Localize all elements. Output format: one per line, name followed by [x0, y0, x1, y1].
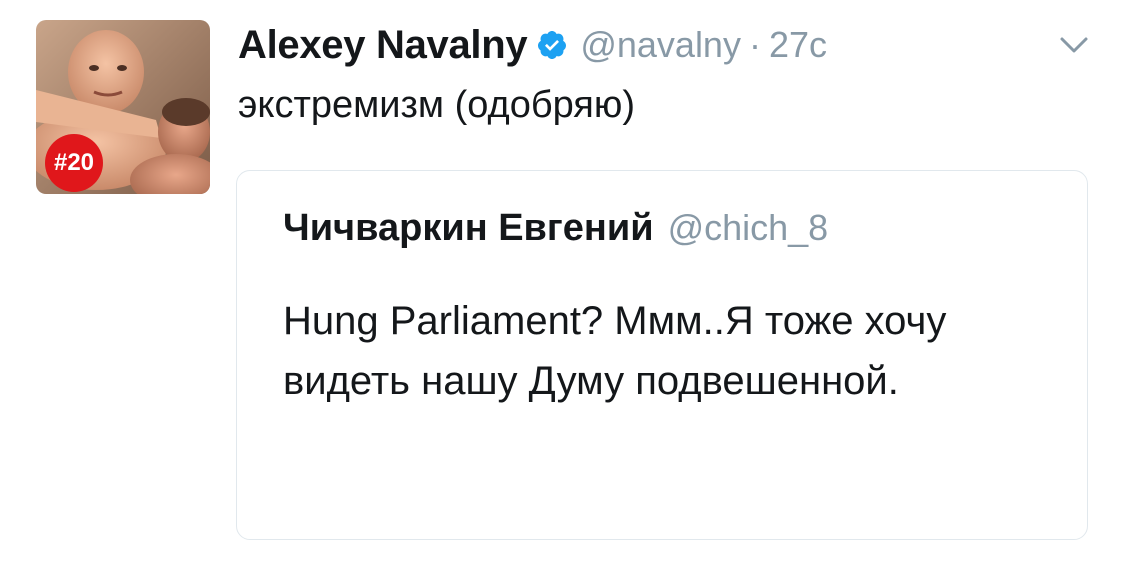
author-handle[interactable]: @navalny	[580, 24, 741, 66]
quoted-tweet-text: Hung Parliament? Ммм..Я тоже хочу видеть…	[283, 299, 947, 403]
separator-dot: ·	[748, 24, 761, 65]
tweet-timestamp[interactable]: 27с	[769, 24, 827, 66]
author-avatar[interactable]: #20	[36, 20, 210, 194]
quoted-author-name: Чичваркин Евгений	[283, 207, 654, 249]
tweet-header: Alexey Navalny @navalny · 27с	[238, 20, 827, 70]
tweet[interactable]: #20 Alexey Navalny @navalny · 27с экстре…	[0, 0, 1125, 567]
avatar-badge-label: #20	[53, 149, 95, 176]
quoted-tweet-header: Чичваркин Евгений @chich_8	[283, 207, 828, 250]
author-name[interactable]: Alexey Navalny	[238, 23, 528, 68]
quoted-author-handle: @chich_8	[667, 207, 829, 248]
tweet-menu-button[interactable]	[1056, 30, 1092, 60]
chevron-down-icon	[1060, 37, 1088, 53]
tweet-text: экстремизм (одобряю)	[238, 84, 636, 126]
verified-badge-icon	[536, 29, 568, 61]
quoted-tweet[interactable]: Чичваркин Евгений @chich_8 Hung Parliame…	[236, 170, 1088, 540]
